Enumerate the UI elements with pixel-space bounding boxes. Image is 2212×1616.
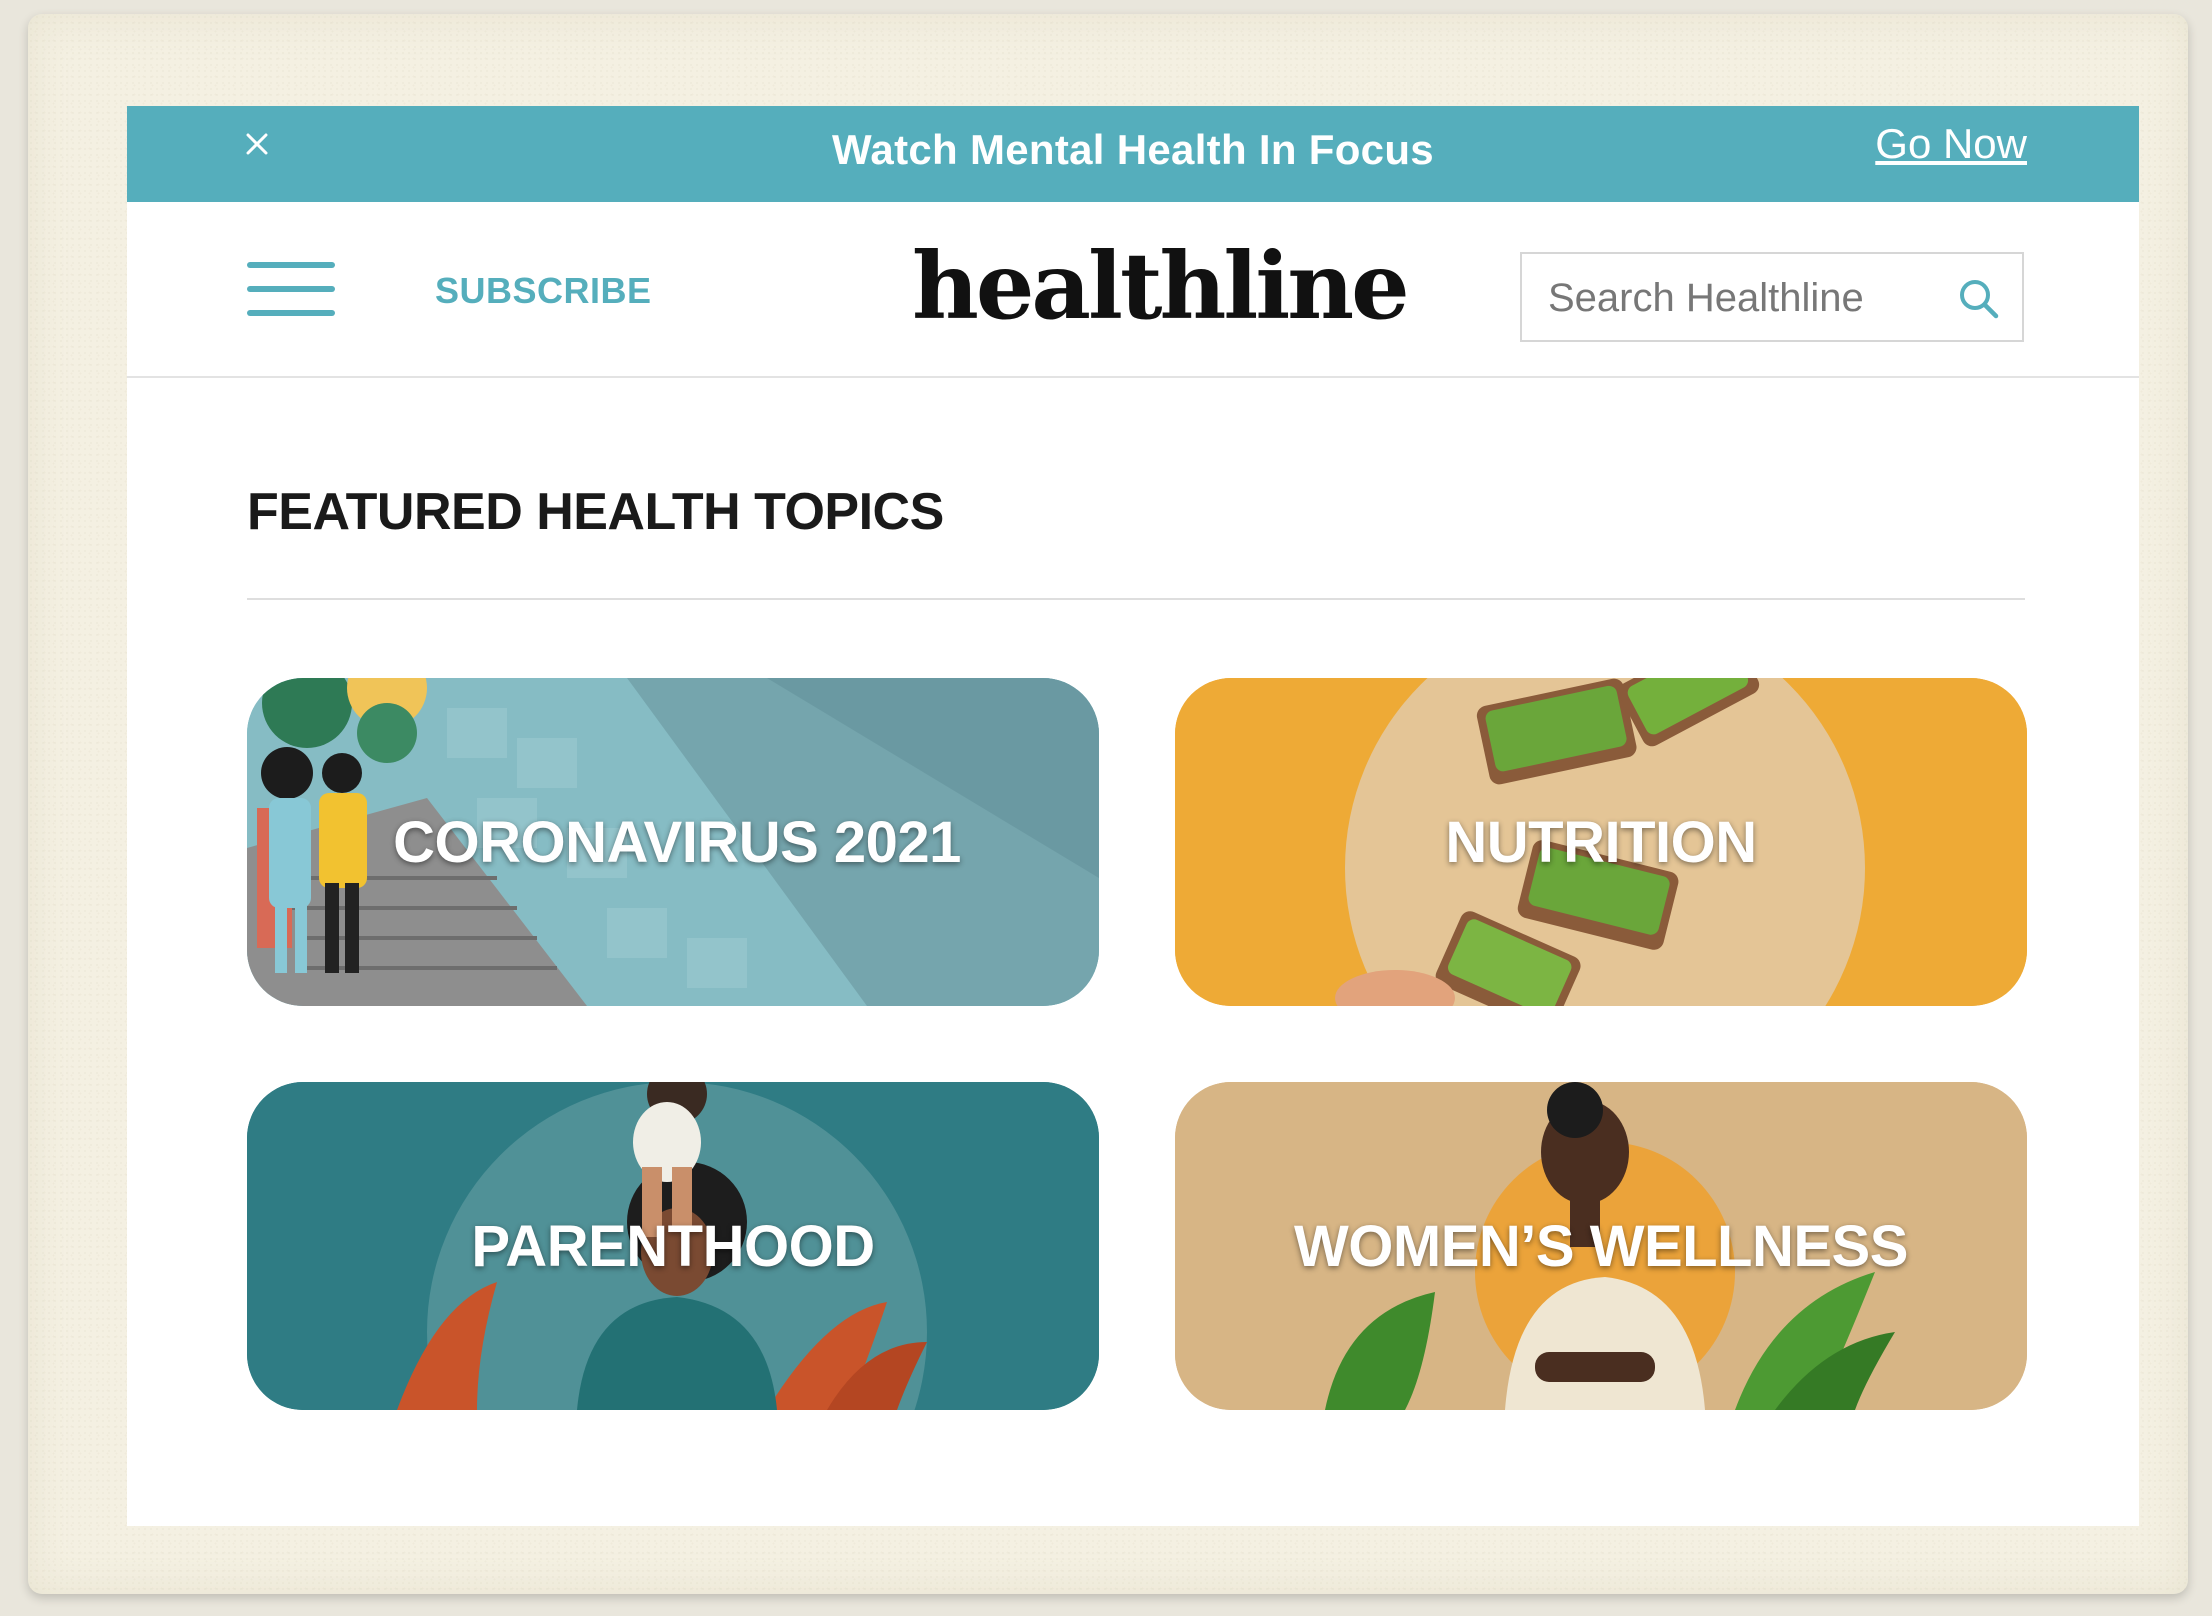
search-box <box>1520 252 2024 342</box>
hamburger-menu-icon[interactable] <box>247 262 335 320</box>
topic-card-label: PARENTHOOD <box>471 1213 875 1279</box>
menu-line <box>247 262 335 268</box>
topic-card-parenthood[interactable]: PARENTHOOD <box>247 1082 1099 1410</box>
topic-card-coronavirus[interactable]: CORONAVIRUS 2021 <box>247 678 1099 1006</box>
healthline-logo[interactable]: healthline <box>912 240 1410 332</box>
banner-text[interactable]: Watch Mental Health In Focus <box>127 126 2139 174</box>
topic-card-label: WOMEN’S WELLNESS <box>1294 1213 1908 1279</box>
search-input[interactable] <box>1546 268 1930 328</box>
topic-card-womens-wellness[interactable]: WOMEN’S WELLNESS <box>1175 1082 2027 1410</box>
healthline-page: Watch Mental Health In Focus Go Now SUBS… <box>127 106 2139 1526</box>
topic-card-label: CORONAVIRUS 2021 <box>393 809 961 875</box>
divider <box>247 598 2025 600</box>
menu-line <box>247 310 335 316</box>
menu-line <box>247 286 335 292</box>
topic-card-nutrition[interactable]: NUTRITION <box>1175 678 2027 1006</box>
promo-banner: Watch Mental Health In Focus Go Now <box>127 106 2139 202</box>
site-header: SUBSCRIBE healthline <box>127 202 2139 378</box>
search-icon[interactable] <box>1956 276 2002 322</box>
subscribe-link[interactable]: SUBSCRIBE <box>435 270 652 312</box>
topic-card-label: NUTRITION <box>1445 809 1757 875</box>
go-now-link[interactable]: Go Now <box>1875 120 2027 168</box>
section-title: FEATURED HEALTH TOPICS <box>247 483 944 541</box>
